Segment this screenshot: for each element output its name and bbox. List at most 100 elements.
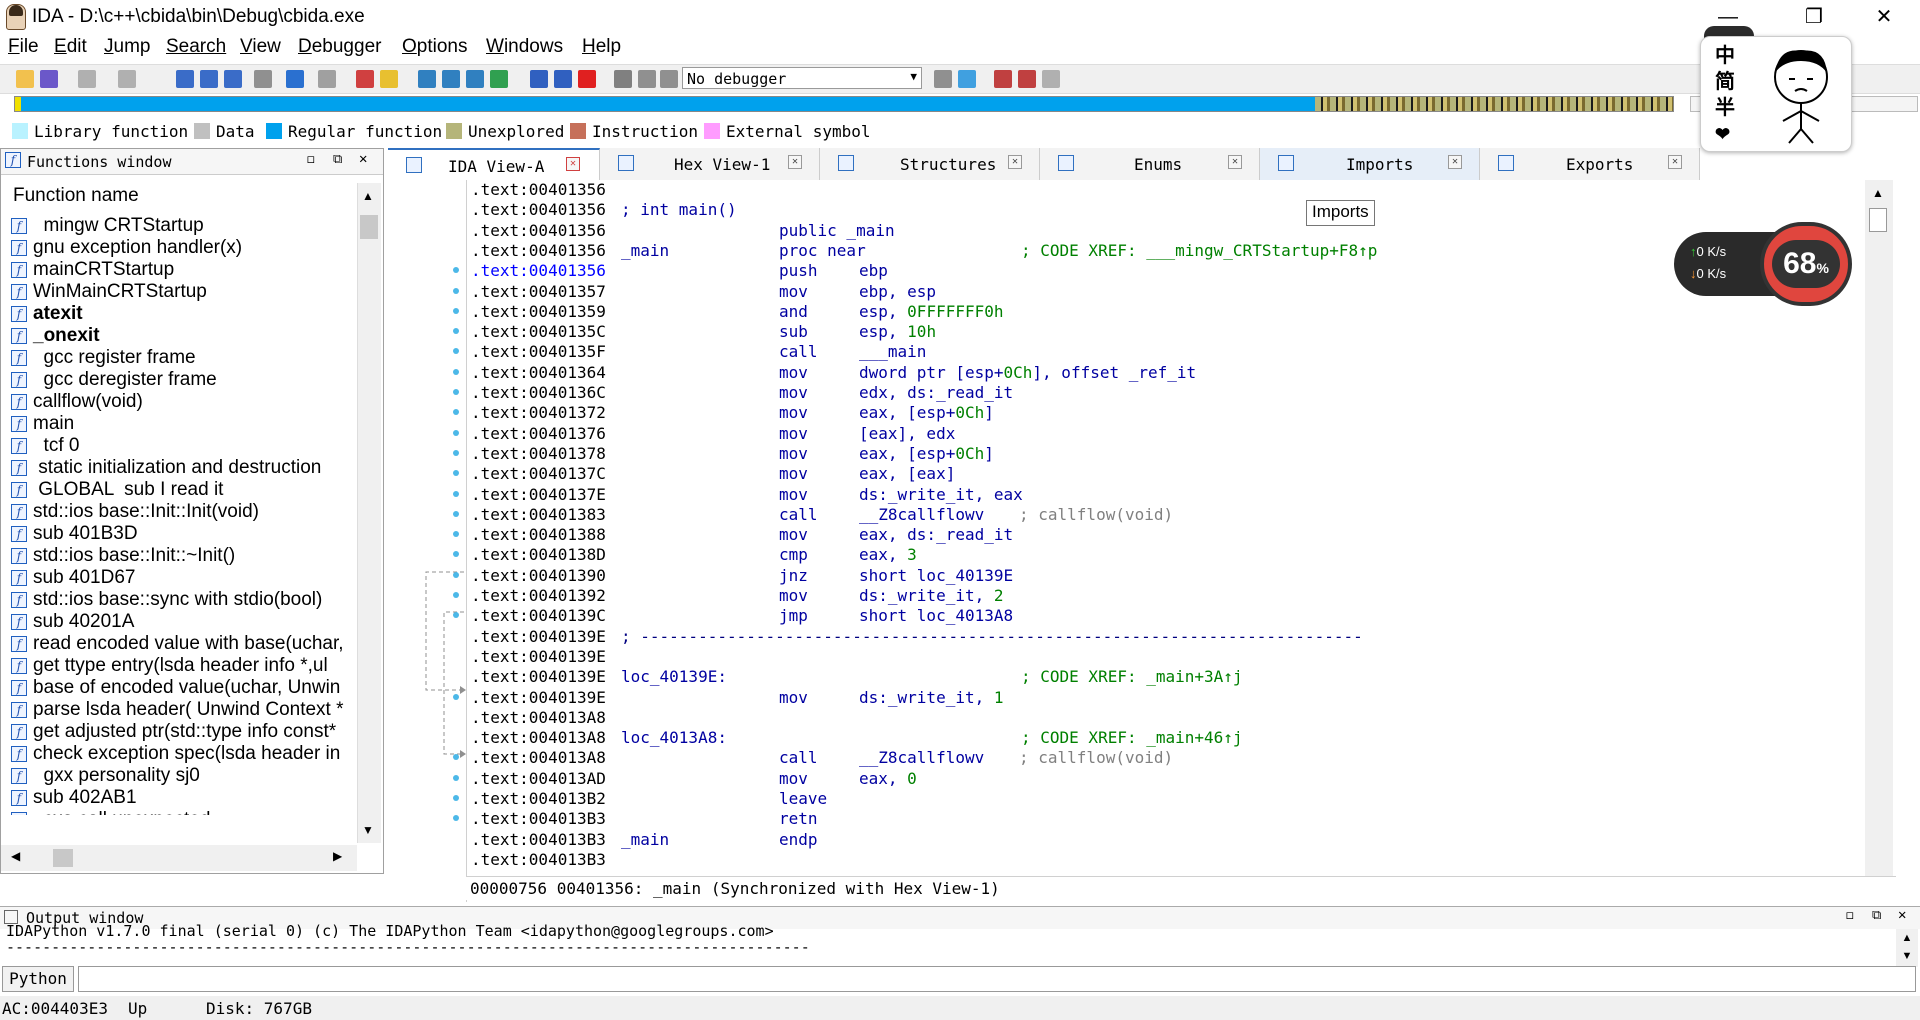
create-struct-icon[interactable] (442, 70, 460, 88)
function-list-item[interactable]: f WinMainCRTStartup (9, 281, 357, 303)
breakpoint-marker[interactable] (453, 815, 459, 822)
pause-icon[interactable] (638, 70, 656, 88)
edit-icon[interactable] (554, 70, 572, 88)
tab-hex-view-1[interactable]: Hex View-1 ✕ (600, 148, 820, 180)
menu-jump[interactable]: Jump (104, 36, 150, 58)
tab-close-icon[interactable]: ✕ (788, 155, 802, 169)
disassembly-line[interactable]: .text:004013A8 loc_4013A8: ; CODE XREF: _m… (467, 728, 1897, 748)
play-icon[interactable] (614, 70, 632, 88)
function-list-item[interactable]: f get ttype entry(lsda header info *,ul (9, 655, 357, 677)
function-name-column-header[interactable]: Function name (13, 185, 139, 207)
breakpoint-marker[interactable] (453, 551, 459, 558)
function-list-item[interactable]: f check exception spec(lsda header in (9, 743, 357, 765)
breakpoint-marker[interactable] (453, 795, 459, 801)
disassembly-line[interactable]: .text:004013AD mov eax, 0 (453, 769, 1897, 789)
tab-close-icon[interactable]: ✕ (1448, 155, 1462, 169)
tab-close-icon[interactable]: ✕ (1668, 155, 1682, 169)
tab-close-icon[interactable]: ✕ (566, 157, 580, 171)
disassembly-line[interactable]: .text:00401378 mov eax, [esp+0Ch] (453, 444, 1897, 464)
menu-windows[interactable]: Windows (486, 36, 563, 58)
breakpoint-marker[interactable] (453, 429, 459, 436)
function-list-item[interactable]: f std::ios base::Init::~Init() (9, 545, 357, 567)
restore-panel-icon[interactable]: ◻ (1846, 908, 1854, 923)
breakpoint-marker[interactable] (453, 287, 459, 294)
close-panel-icon[interactable]: ✕ (359, 151, 367, 167)
disassembly-line[interactable]: .text:0040139E mov ds:_write_it, 1 (453, 688, 1897, 708)
disassembly-line[interactable]: .text:00401364 mov dword ptr [esp+0Ch], of… (453, 363, 1897, 383)
breakpoint-marker[interactable] (453, 348, 459, 355)
function-list-item[interactable]: f gnu exception handler(x) (9, 237, 357, 259)
disassembly-line[interactable]: .text:00401356 public _main (467, 221, 1897, 241)
breakpoint-marker[interactable] (453, 571, 459, 578)
breakpoint-marker[interactable] (453, 774, 459, 781)
disassembly-line[interactable]: .text:004013B2 leave (453, 789, 1897, 809)
line-xref[interactable]: ; CODE XREF: _main+3A↑j (1021, 667, 1243, 687)
line-xref[interactable]: ; CODE XREF: _main+46↑j (1021, 728, 1243, 748)
disassembly-line[interactable]: .text:0040136C mov edx, ds:_read_it (453, 383, 1897, 403)
disassembly-line[interactable]: .text:00401356 ; int main() (467, 200, 1897, 220)
disassembly-line[interactable]: .text:0040139E ; ------------------------… (467, 627, 1897, 647)
menu-debugger[interactable]: Debugger (298, 36, 381, 58)
menu-edit[interactable]: Edit (54, 36, 87, 58)
search-immediate-icon[interactable] (224, 70, 242, 88)
function-list-item[interactable]: f callflow(void) (9, 391, 357, 413)
ime-widget[interactable]: 中 简 半 ❤ (1700, 36, 1852, 152)
breakpoint-marker[interactable] (453, 267, 459, 274)
tab-exports[interactable]: Exports ✕ (1480, 148, 1700, 180)
breakpoint-marker[interactable] (453, 409, 459, 416)
tab-close-icon[interactable]: ✕ (1008, 155, 1022, 169)
disassembly-line[interactable]: .text:0040137E mov ds:_write_it, eax (453, 485, 1897, 505)
disassembly-line[interactable]: .text:0040139E loc_40139E: ; CODE XREF: _m… (467, 667, 1897, 687)
function-list-vscrollbar[interactable]: ▲ ▼ (357, 183, 381, 843)
function-list-item[interactable]: f get adjusted ptr(std::type info const* (9, 721, 357, 743)
function-list-item[interactable]: f std::ios base::Init::Init(void) (9, 501, 357, 523)
function-list-item[interactable]: f cxa call unexpected (9, 809, 357, 815)
function-list-item[interactable]: f mainCRTStartup (9, 259, 357, 281)
disassembly-vscrollbar[interactable]: ▲ ▼ (1865, 180, 1893, 900)
function-list-item[interactable]: f gxx personality sj0 (9, 765, 357, 787)
function-list-item[interactable]: f gcc deregister frame (9, 369, 357, 391)
search-binary-icon[interactable] (176, 70, 194, 88)
close-button[interactable]: ✕ (1856, 0, 1912, 34)
restore-panel-icon[interactable]: ◻ (307, 152, 315, 167)
tab-enums[interactable]: Enums ✕ (1040, 148, 1260, 180)
function-list-item[interactable]: f static initialization and destruction (9, 457, 357, 479)
breakpoint-marker[interactable] (453, 693, 459, 700)
function-list-item[interactable]: f atexit (9, 303, 357, 325)
function-list-item[interactable]: f gcc register frame (9, 347, 357, 369)
disassembly-line[interactable]: .text:004013A8 call __Z8callflowv ; callflo… (453, 748, 1897, 768)
debugger-select[interactable]: No debugger ▼ (682, 67, 922, 89)
forward-arrow-icon[interactable] (118, 70, 136, 88)
disassembly-line[interactable]: .text:004013B3 (467, 850, 1897, 870)
breakpoint-marker[interactable] (453, 307, 459, 314)
menu-help[interactable]: Help (582, 36, 621, 58)
disassembly-line[interactable]: .text:004013B3 _main endp (467, 830, 1897, 850)
function-list-item[interactable]: f tcf 0 (9, 435, 357, 457)
menu-file[interactable]: File (8, 36, 39, 58)
xref-icon[interactable] (490, 70, 508, 88)
patch-icon[interactable] (254, 70, 272, 88)
breakpoint-marker[interactable] (453, 449, 459, 456)
function-list-item[interactable]: f sub 401B3D (9, 523, 357, 545)
save-icon[interactable] (40, 70, 58, 88)
float-panel-icon[interactable]: ⧉ (333, 152, 342, 167)
disassembly-line[interactable]: .text:00401392 mov ds:_write_it, 2 (453, 586, 1897, 606)
disassembly-line[interactable]: .text:004013A8 (467, 708, 1897, 728)
stop-icon[interactable] (660, 70, 678, 88)
function-list-hscrollbar[interactable]: ◀ ▶ (1, 845, 357, 871)
remove-breakpoint-icon[interactable] (1042, 70, 1060, 88)
back-arrow-icon[interactable] (78, 70, 96, 88)
function-list-item[interactable]: f std::ios base::sync with stdio(bool) (9, 589, 357, 611)
disassembly-line[interactable]: .text:00401376 mov [eax], edx (453, 424, 1897, 444)
breakpoint-marker[interactable] (453, 531, 459, 538)
breakpoint-list-icon[interactable] (994, 70, 1012, 88)
navigation-band[interactable] (14, 96, 1674, 112)
tab-imports[interactable]: Imports ✕ (1260, 148, 1480, 180)
search-text-icon[interactable] (200, 70, 218, 88)
disassembly-line[interactable]: .text:0040135C sub esp, 10h (453, 322, 1897, 342)
cpu-usage-meter[interactable]: 68% (1760, 222, 1852, 306)
close-panel-icon[interactable]: ✕ (1898, 907, 1906, 923)
function-list-item[interactable]: f mingw CRTStartup (9, 215, 357, 237)
function-list-item[interactable]: f main (9, 413, 357, 435)
menu-view[interactable]: View (240, 36, 281, 58)
